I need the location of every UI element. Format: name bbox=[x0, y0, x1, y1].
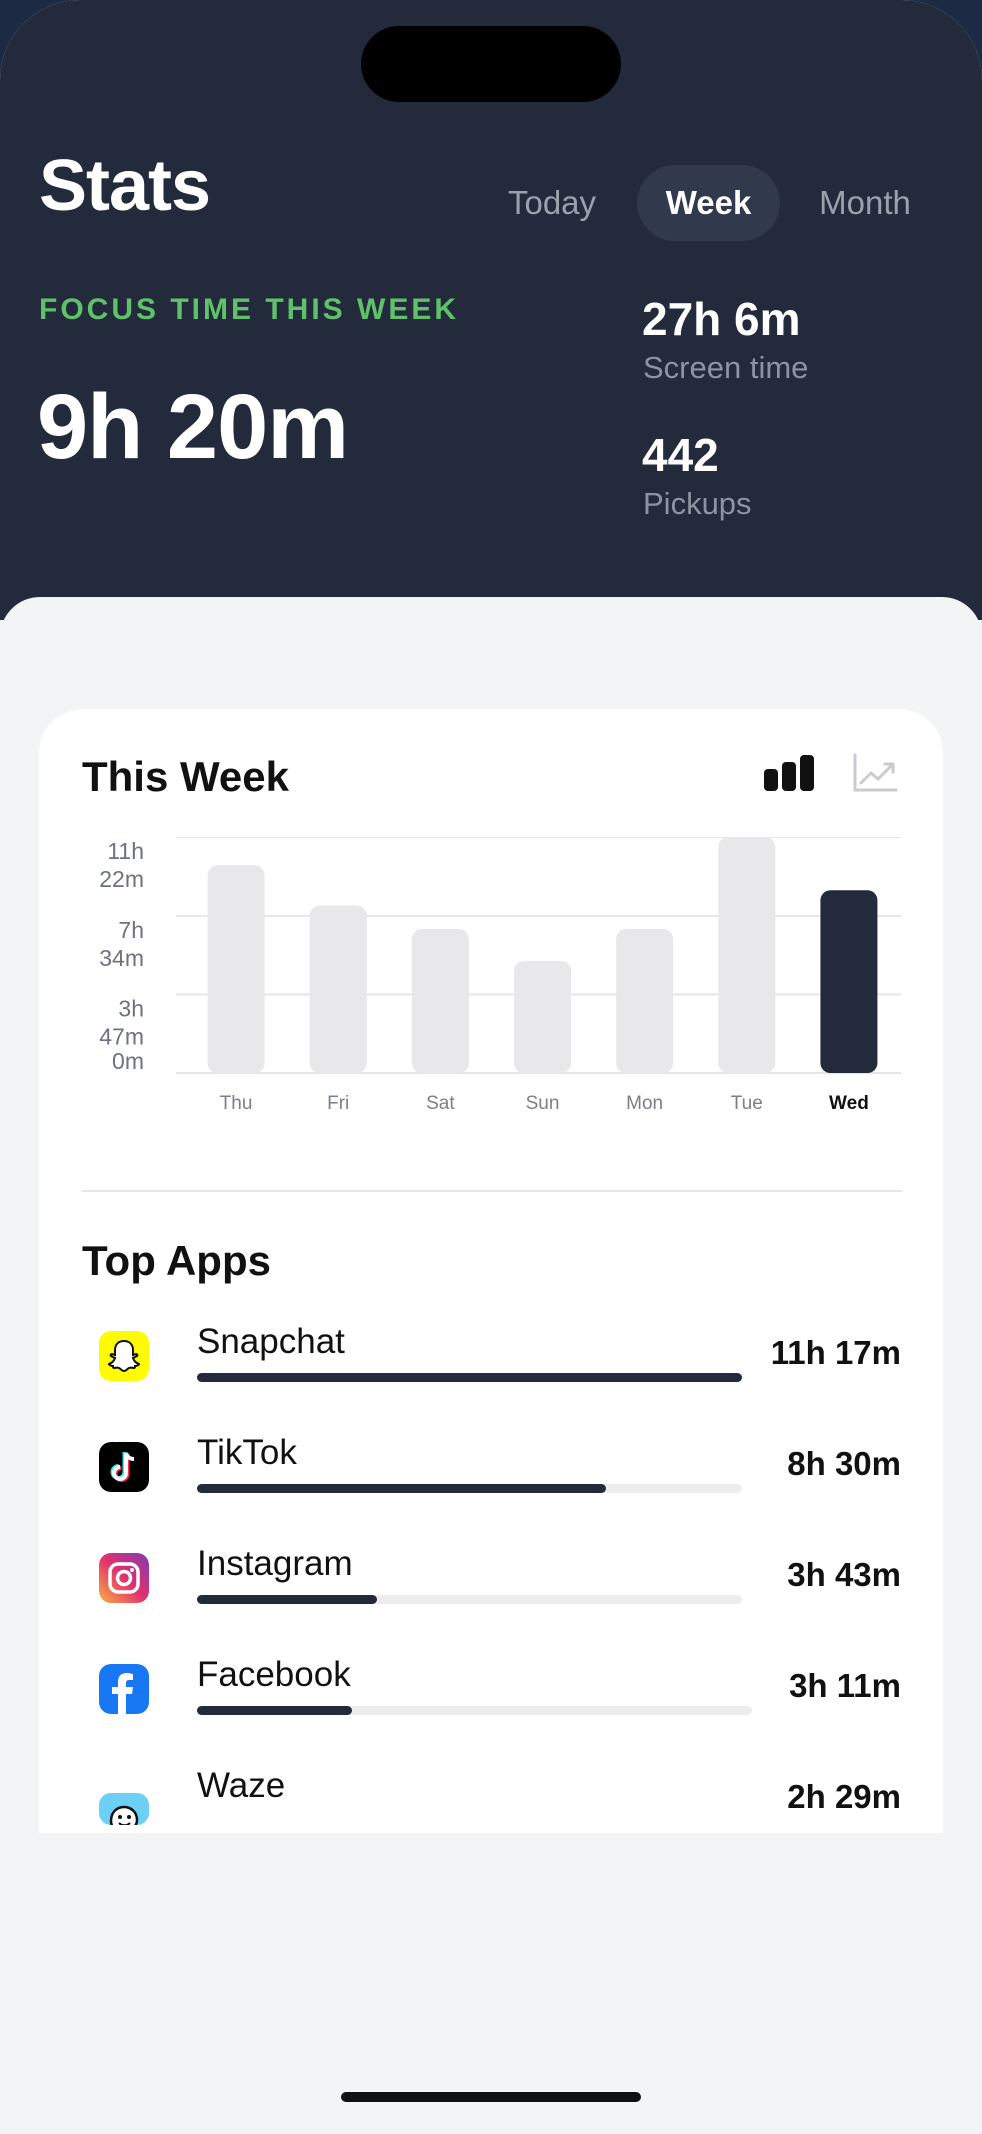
app-row-tiktok[interactable]: TikTok 8h 30m bbox=[39, 1433, 943, 1537]
waze-icon bbox=[99, 1793, 149, 1825]
page-title: Stats bbox=[39, 146, 211, 226]
bar-mon bbox=[616, 929, 674, 1073]
app-usage-time: 3h 43m bbox=[787, 1556, 901, 1593]
bar-sat bbox=[411, 929, 469, 1073]
trend-chart-icon[interactable] bbox=[852, 753, 898, 798]
y-tick-label: 3h bbox=[118, 995, 144, 1021]
tab-week[interactable]: Week bbox=[637, 165, 780, 241]
x-tick-label: Sun bbox=[526, 1093, 560, 1114]
focus-time-label: FOCUS TIME THIS WEEK bbox=[39, 293, 459, 326]
bar-fri bbox=[309, 905, 367, 1073]
x-tick-label: Tue bbox=[731, 1093, 763, 1114]
x-tick-label: Thu bbox=[220, 1093, 253, 1114]
usage-bar-track bbox=[197, 1706, 752, 1715]
app-name: Facebook bbox=[197, 1655, 351, 1694]
home-indicator[interactable] bbox=[341, 2092, 641, 2102]
usage-bar-fill bbox=[197, 1706, 353, 1715]
usage-bar-track bbox=[197, 1484, 742, 1493]
app-usage-time: 3h 11m bbox=[789, 1667, 901, 1704]
usage-bar-fill bbox=[197, 1595, 377, 1604]
bar-tue bbox=[718, 837, 776, 1073]
snapchat-icon bbox=[99, 1331, 149, 1381]
weekly-bar-chart: 11h 22m 7h 34m 3h 47m 0m Thu Fri Sat Sun Mon Tue Wed bbox=[39, 837, 943, 1114]
focus-time-value: 9h 20m bbox=[37, 376, 349, 478]
usage-bar-track bbox=[197, 1373, 742, 1382]
stats-header: Stats Today Week Month FOCUS TIME THIS W… bbox=[0, 0, 982, 620]
app-row-waze[interactable]: Waze 2h 29m bbox=[39, 1766, 943, 1833]
screen-time-value: 27h 6m bbox=[642, 293, 801, 345]
app-row-snapchat[interactable]: Snapchat 11h 17m bbox=[39, 1322, 943, 1426]
top-apps-title: Top Apps bbox=[82, 1237, 271, 1284]
tab-month[interactable]: Month bbox=[800, 165, 930, 241]
facebook-icon bbox=[99, 1664, 149, 1714]
x-tick-label: Mon bbox=[626, 1093, 663, 1114]
y-tick-label: 7h bbox=[118, 917, 144, 943]
dynamic-island bbox=[361, 26, 621, 102]
usage-bar-fill bbox=[197, 1373, 742, 1382]
screen: Stats Today Week Month FOCUS TIME THIS W… bbox=[0, 0, 982, 2134]
tiktok-icon bbox=[99, 1442, 149, 1492]
x-tick-label: Fri bbox=[327, 1093, 349, 1114]
tab-today[interactable]: Today bbox=[487, 165, 617, 241]
y-tick-label: 11h bbox=[107, 838, 144, 864]
y-tick-label: 0m bbox=[112, 1048, 144, 1074]
bar-wed bbox=[820, 890, 878, 1073]
app-row-instagram[interactable]: Instagram 3h 43m bbox=[39, 1544, 943, 1648]
this-week-card: This Week 11h 22m 7h 34m 3h 47m 0m Thu Fri Sat Sun… bbox=[39, 709, 943, 1833]
app-name: Instagram bbox=[197, 1544, 353, 1583]
bar-thu bbox=[207, 865, 265, 1073]
bar-chart-icon[interactable] bbox=[764, 755, 816, 796]
y-tick-label: 22m bbox=[99, 866, 144, 892]
app-name: TikTok bbox=[197, 1433, 297, 1472]
pickups-value: 442 bbox=[642, 429, 719, 481]
x-tick-label: Sat bbox=[426, 1093, 455, 1114]
app-usage-time: 8h 30m bbox=[787, 1445, 901, 1482]
card-title: This Week bbox=[82, 753, 289, 800]
usage-bar-track bbox=[197, 1595, 742, 1604]
app-row-facebook[interactable]: Facebook 3h 11m bbox=[39, 1655, 943, 1759]
app-name: Waze bbox=[197, 1766, 286, 1805]
x-tick-label: Wed bbox=[829, 1093, 869, 1114]
pickups-label: Pickups bbox=[643, 486, 752, 521]
usage-bar-fill bbox=[197, 1484, 606, 1493]
y-tick-label: 34m bbox=[99, 945, 144, 971]
divider bbox=[82, 1190, 902, 1192]
app-usage-time: 2h 29m bbox=[787, 1778, 901, 1815]
instagram-icon bbox=[99, 1553, 149, 1603]
app-name: Snapchat bbox=[197, 1322, 345, 1361]
screen-time-label: Screen time bbox=[643, 350, 809, 385]
app-usage-time: 11h 17m bbox=[770, 1334, 901, 1371]
y-tick-label: 47m bbox=[99, 1023, 144, 1049]
bar-sun bbox=[514, 960, 571, 1073]
